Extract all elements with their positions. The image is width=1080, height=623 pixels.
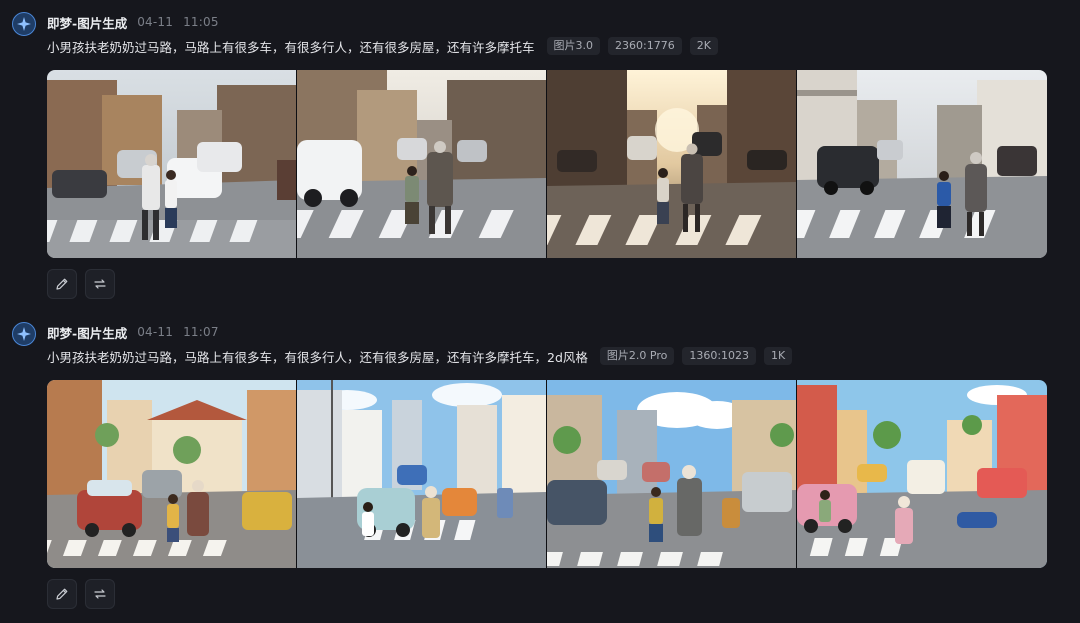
entry-date: 04-11: [137, 325, 174, 339]
generated-image-2[interactable]: [297, 70, 547, 258]
resolution-tag: 1K: [764, 347, 793, 365]
resolution-tag: 2K: [689, 37, 718, 55]
model-tag: 图片3.0: [546, 37, 601, 55]
entry-header: 即梦-图片生成 04-11 11:07: [47, 323, 219, 341]
regenerate-button[interactable]: [85, 269, 115, 299]
entry-date: 04-11: [137, 15, 174, 29]
generated-image-4[interactable]: [797, 70, 1047, 258]
prompt-text: 小男孩扶老奶奶过马路，马路上有很多车，有很多行人，还有很多房屋，还有许多摩托车，…: [47, 349, 588, 365]
prompt-text: 小男孩扶老奶奶过马路，马路上有很多车，有很多行人，还有很多房屋，还有许多摩托车: [47, 39, 535, 55]
regenerate-icon: [94, 279, 106, 289]
edit-icon: [56, 278, 68, 290]
generated-image-1[interactable]: [47, 70, 297, 258]
prompt-row: 小男孩扶老奶奶过马路，马路上有很多车，有很多行人，还有很多房屋，还有许多摩托车 …: [47, 36, 718, 56]
edit-button[interactable]: [47, 269, 77, 299]
model-tag: 图片2.0 Pro: [599, 347, 675, 365]
image-gallery: [47, 380, 1047, 568]
prompt-row: 小男孩扶老奶奶过马路，马路上有很多车，有很多行人，还有很多房屋，还有许多摩托车，…: [47, 346, 793, 366]
generated-image-3[interactable]: [547, 380, 797, 568]
ratio-tag: 1360:1023: [682, 347, 757, 365]
app-name: 即梦-图片生成: [47, 325, 128, 341]
edit-icon: [56, 588, 68, 600]
generated-image-1[interactable]: [47, 380, 297, 568]
regenerate-button[interactable]: [85, 579, 115, 609]
image-gallery: [47, 70, 1047, 258]
regenerate-icon: [94, 589, 106, 599]
sparkle-icon: [17, 17, 31, 31]
entry-actions: [47, 579, 115, 609]
entry-header: 即梦-图片生成 04-11 11:05: [47, 13, 219, 31]
sparkle-icon: [17, 327, 31, 341]
generated-image-3[interactable]: [547, 70, 797, 258]
app-avatar: [12, 322, 36, 346]
entry-time: 11:05: [183, 15, 219, 29]
app-avatar: [12, 12, 36, 36]
ratio-tag: 2360:1776: [608, 37, 682, 55]
entry-time: 11:07: [183, 325, 219, 339]
edit-button[interactable]: [47, 579, 77, 609]
app-name: 即梦-图片生成: [47, 15, 128, 31]
generated-image-2[interactable]: [297, 380, 547, 568]
generated-image-4[interactable]: [797, 380, 1047, 568]
entry-actions: [47, 269, 115, 299]
